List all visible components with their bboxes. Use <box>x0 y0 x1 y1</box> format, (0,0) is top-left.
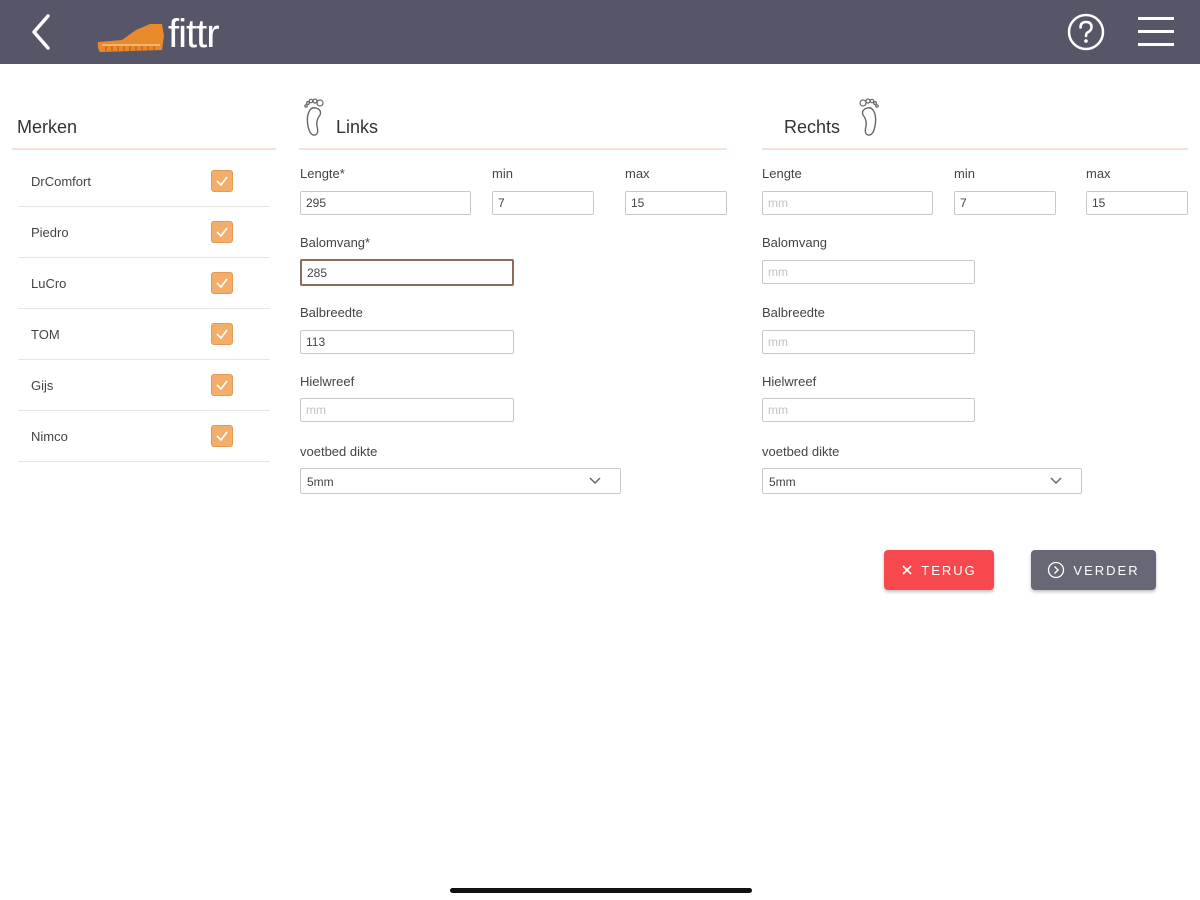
right-max-input[interactable] <box>1086 191 1188 215</box>
left-balomvang-label: Balomvang* <box>300 235 371 250</box>
left-max-input[interactable] <box>625 191 727 215</box>
left-balbreedte-label: Balbreedte <box>300 305 363 320</box>
brand-checkbox[interactable] <box>211 221 233 243</box>
right-max-label: max <box>1086 166 1111 181</box>
brand-checkbox[interactable] <box>211 272 233 294</box>
left-max-label: max <box>625 166 650 181</box>
right-voetbed-select[interactable]: 5mm <box>762 468 1082 494</box>
brand-label: Piedro <box>31 225 69 240</box>
shoe-logo-icon <box>97 24 164 52</box>
next-button-label: VERDER <box>1073 562 1140 578</box>
right-title: Rechts <box>784 117 841 137</box>
brand-label: DrComfort <box>31 174 91 189</box>
brand-checkbox[interactable] <box>211 323 233 345</box>
brand-row-nimco: Nimco <box>18 411 270 462</box>
right-lengte-input[interactable] <box>762 191 933 215</box>
brands-divider <box>12 148 276 150</box>
brand-label: TOM <box>31 327 60 342</box>
right-hielwreef-label: Hielwreef <box>762 374 817 389</box>
right-voetbed-label: voetbed dikte <box>762 444 840 459</box>
left-voetbed-label: voetbed dikte <box>300 444 378 459</box>
right-min-input[interactable] <box>954 191 1056 215</box>
left-lengte-input[interactable] <box>300 191 471 215</box>
brand-label: Gijs <box>31 378 54 393</box>
back-chevron-icon[interactable] <box>22 10 62 54</box>
brand-checkbox[interactable] <box>211 374 233 396</box>
left-title: Links <box>336 117 379 137</box>
brand-checkbox[interactable] <box>211 170 233 192</box>
left-foot-icon <box>304 98 324 136</box>
right-lengte-label: Lengte <box>762 166 802 181</box>
help-icon[interactable] <box>1066 12 1106 52</box>
brand-row-lucro: LuCro <box>18 258 270 309</box>
brand-label: LuCro <box>31 276 67 291</box>
left-hielwreef-input[interactable] <box>300 398 514 422</box>
left-min-input[interactable] <box>492 191 594 215</box>
brand-row-tom: TOM <box>18 309 270 360</box>
right-foot-icon <box>859 98 879 136</box>
brand-row-piedro: Piedro <box>18 207 270 258</box>
right-min-label: min <box>954 166 975 181</box>
left-lengte-label: Lengte* <box>300 166 345 181</box>
chevron-down-icon <box>589 477 601 485</box>
left-balomvang-input[interactable] <box>300 259 514 286</box>
next-button[interactable]: VERDER <box>1031 550 1156 590</box>
left-voetbed-value: 5mm <box>307 475 334 489</box>
brands-title: Merken <box>17 117 78 137</box>
home-indicator[interactable] <box>450 888 752 893</box>
right-voetbed-value: 5mm <box>769 475 796 489</box>
brand-checkbox[interactable] <box>211 425 233 447</box>
right-balbreedte-label: Balbreedte <box>762 305 825 320</box>
logo-text: fittr <box>168 12 220 56</box>
close-icon <box>902 565 912 575</box>
app-header: fittr <box>0 0 1200 64</box>
back-button[interactable]: TERUG <box>884 550 994 590</box>
brand-row-gijs: Gijs <box>18 360 270 411</box>
right-hielwreef-input[interactable] <box>762 398 975 422</box>
right-divider <box>762 148 1188 150</box>
right-balbreedte-input[interactable] <box>762 330 975 354</box>
left-divider <box>299 148 727 150</box>
left-voetbed-select[interactable]: 5mm <box>300 468 621 494</box>
hamburger-menu-icon[interactable] <box>1136 13 1176 51</box>
right-balomvang-label: Balomvang <box>762 235 828 250</box>
app-logo: fittr <box>96 8 220 56</box>
brand-label: Nimco <box>31 429 68 444</box>
left-balbreedte-input[interactable] <box>300 330 514 354</box>
left-min-label: min <box>492 166 513 181</box>
chevron-down-icon <box>1050 477 1062 485</box>
brand-row-drcomfort: DrComfort <box>18 156 270 207</box>
chevron-right-circle-icon <box>1048 561 1065 579</box>
left-hielwreef-label: Hielwreef <box>300 374 355 389</box>
back-button-label: TERUG <box>921 562 977 578</box>
right-balomvang-input[interactable] <box>762 260 975 284</box>
